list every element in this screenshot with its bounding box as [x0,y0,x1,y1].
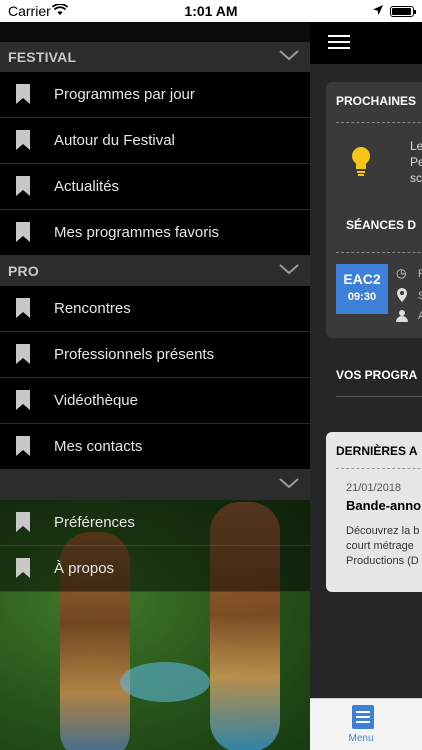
tip-line-1: Le [410,139,422,153]
section-header[interactable]: PRO [0,256,310,286]
article-title[interactable]: Bande-anno [346,498,421,513]
bookmark-icon [16,390,30,410]
menu-item[interactable]: Mes programmes favoris [0,210,310,256]
bookmark-icon [16,84,30,104]
section-title: PRO [8,263,39,279]
latest-news-card[interactable]: DERNIÈRES A 21/01/2018 Bande-anno Découv… [326,432,422,592]
bookmark-icon [16,176,30,196]
menu-item[interactable]: Programmes par jour [0,72,310,118]
menu-item-label: À propos [54,560,115,577]
session-meta-3: A [418,310,422,322]
menu-item-label: Rencontres [54,300,131,317]
document-icon [352,705,374,729]
menu-item[interactable]: Rencontres [0,286,310,332]
menu-item[interactable]: Professionnels présents [0,332,310,378]
article-line-3: Productions (D [346,555,419,567]
chevron-down-icon[interactable] [278,260,300,278]
bookmark-icon [16,130,30,150]
session-meta-2: S [418,290,422,302]
menu-item-label: Mes programmes favoris [54,224,220,241]
seances-title: SÉANCES D [346,218,417,232]
location-arrow-icon [373,5,383,15]
status-time: 1:01 AM [184,3,238,19]
tab-menu-label: Menu [348,733,374,744]
lightbulb-icon [352,147,370,176]
section-header[interactable] [0,470,310,500]
section-title: FESTIVAL [8,49,77,65]
bookmark-icon [16,436,30,456]
tip-line-2: Pe [410,155,422,169]
divider [336,122,422,123]
article-line-2: court métrage [346,540,414,552]
menu-item-label: Programmes par jour [54,86,195,103]
chevron-down-icon[interactable] [278,46,300,64]
bookmark-icon [16,344,30,364]
menu-item[interactable]: Préférences [0,500,310,546]
tab-bar: Menu [310,698,422,750]
divider [336,468,422,469]
article-excerpt: Découvrez la b court métrage Productions… [346,524,419,569]
menu-item[interactable]: Mes contacts [0,424,310,470]
menu-item-label: Autour du Festival [54,132,175,149]
menu-item-label: Actualités [54,178,120,195]
person-icon [396,310,408,322]
menu-item[interactable]: À propos [0,546,310,592]
menu-item[interactable]: Actualités [0,164,310,210]
tip-line-3: sc [410,171,422,185]
main-header [310,22,422,64]
menu-item[interactable]: Autour du Festival [0,118,310,164]
bookmark-icon [16,558,30,578]
menu-item[interactable]: Vidéothèque [0,378,310,424]
bookmark-icon [16,512,30,532]
session-time: 09:30 [347,291,377,303]
my-programs-title: VOS PROGRA [336,368,418,382]
menu-item-label: Vidéothèque [54,392,138,409]
article-date: 21/01/2018 [346,482,402,494]
menu-item-label: Mes contacts [54,438,143,455]
divider [336,396,422,397]
location-pin-icon [397,288,407,302]
side-drawer: FESTIVAL Programmes par jour Autour du Fes… [0,22,310,750]
session-meta-1: F [418,268,422,280]
session-code: EAC2 [343,271,381,287]
menu-item-label: Préférences [54,514,135,531]
drawer-menu-list: FESTIVAL Programmes par jour Autour du Fes… [0,42,310,592]
tab-menu[interactable]: Menu [348,705,376,744]
hamburger-menu-icon[interactable] [328,35,350,49]
chevron-down-icon[interactable] [278,474,300,492]
upcoming-card[interactable]: PROCHAINES Le Pe sc SÉANCES D EAC2 09:30… [326,82,422,338]
session-badge[interactable]: EAC2 09:30 [336,264,388,314]
divider [336,252,422,253]
latest-news-title: DERNIÈRES A [336,444,418,458]
section-header[interactable]: FESTIVAL [0,42,310,72]
menu-item-label: Professionnels présents [54,346,215,363]
upcoming-card-title: PROCHAINES [336,94,417,108]
clock-icon: ◷ [396,266,407,280]
bookmark-icon [16,222,30,242]
article-line-1: Découvrez la b [346,525,420,537]
status-bar: Carrier 1:01 AM [0,0,422,22]
drawer-top-bar [0,22,310,42]
bookmark-icon [16,298,30,318]
main-content-panel: PROCHAINES Le Pe sc SÉANCES D EAC2 09:30… [310,22,422,750]
battery-icon [390,6,416,17]
